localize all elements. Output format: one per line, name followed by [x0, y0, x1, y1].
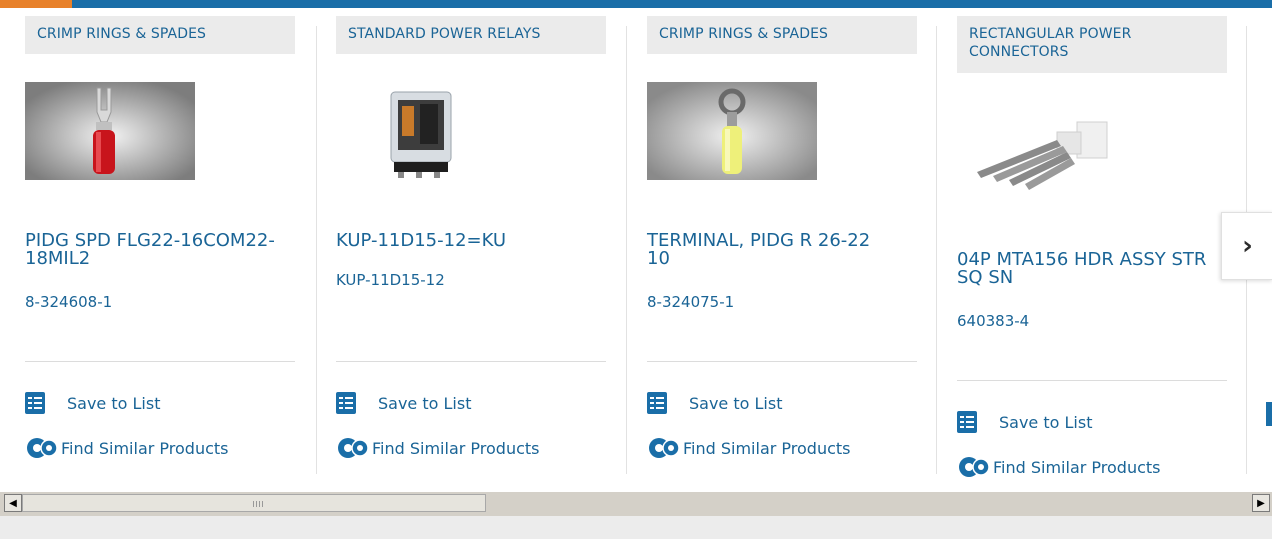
- category-label[interactable]: CRIMP RINGS & SPADES: [647, 16, 917, 54]
- part-number-link[interactable]: 640383-4: [957, 312, 1029, 330]
- card-divider: [647, 361, 917, 362]
- product-card: CRIMP RINGS & SPADES PIDG SPD FLG22-16CO…: [25, 16, 295, 476]
- save-to-list-label: Save to List: [378, 393, 472, 413]
- part-number-link[interactable]: 8-324608-1: [25, 293, 112, 311]
- card-divider: [336, 361, 606, 362]
- chevron-right-icon: ›: [1242, 231, 1253, 261]
- card-divider: [957, 380, 1227, 381]
- footer-strip: [0, 516, 1272, 539]
- scroll-right-button[interactable]: ▶: [1252, 494, 1270, 512]
- part-number-link[interactable]: 8-324075-1: [647, 293, 734, 311]
- product-image[interactable]: [25, 82, 195, 180]
- checklist-icon: [25, 392, 45, 414]
- find-similar-products-button[interactable]: Find Similar Products: [647, 436, 851, 460]
- find-similar-products-button[interactable]: Find Similar Products: [336, 436, 540, 460]
- find-similar-products-button[interactable]: Find Similar Products: [25, 436, 229, 460]
- find-similar-products-button[interactable]: Find Similar Products: [957, 455, 1161, 479]
- gears-icon: [649, 438, 680, 458]
- arrow-left-icon: ◀: [9, 497, 17, 509]
- orange-accent: [0, 0, 72, 8]
- checklist-icon: [957, 411, 977, 433]
- gears-icon: [338, 438, 369, 458]
- save-to-list-button[interactable]: Save to List: [647, 391, 782, 415]
- product-card: CRIMP RINGS & SPADES TERMINAL, PIDG R 26…: [647, 16, 917, 476]
- peek-checklist-icon: [1266, 402, 1272, 426]
- product-card: RECTANGULAR POWER CONNECTORS 04P MTA156 …: [957, 16, 1227, 479]
- part-number-link[interactable]: KUP-11D15-12: [336, 271, 445, 289]
- save-to-list-button[interactable]: Save to List: [957, 410, 1092, 434]
- product-title-link[interactable]: 04P MTA156 HDR ASSY STR SQ SN: [957, 251, 1207, 287]
- gears-icon: [27, 438, 58, 458]
- column-divider: [316, 26, 317, 474]
- find-similar-label: Find Similar Products: [372, 438, 540, 458]
- save-to-list-button[interactable]: Save to List: [25, 391, 160, 415]
- category-label[interactable]: CRIMP RINGS & SPADES: [25, 16, 295, 54]
- card-divider: [25, 361, 295, 362]
- product-carousel-track: CRIMP RINGS & SPADES PIDG SPD FLG22-16CO…: [0, 8, 1272, 486]
- column-divider: [626, 26, 627, 474]
- save-to-list-label: Save to List: [689, 393, 783, 413]
- product-title-link[interactable]: KUP-11D15-12=KU: [336, 232, 586, 250]
- save-to-list-button[interactable]: Save to List: [336, 391, 471, 415]
- checklist-icon: [336, 392, 356, 414]
- find-similar-label: Find Similar Products: [61, 438, 229, 458]
- arrow-right-icon: ▶: [1257, 497, 1265, 509]
- find-similar-label: Find Similar Products: [683, 438, 851, 458]
- scroll-left-button[interactable]: ◀: [4, 494, 22, 512]
- product-image[interactable]: [336, 82, 506, 180]
- product-title-link[interactable]: TERMINAL, PIDG R 26-22 10: [647, 232, 897, 268]
- product-card: STANDARD POWER RELAYS KUP-11D15-12=KU KU…: [336, 16, 606, 476]
- product-image[interactable]: [957, 102, 1127, 200]
- category-label[interactable]: STANDARD POWER RELAYS: [336, 16, 606, 54]
- top-accent-bar: [0, 0, 1272, 8]
- save-to-list-label: Save to List: [67, 393, 161, 413]
- grip-icon: [253, 501, 263, 507]
- save-to-list-label: Save to List: [999, 412, 1093, 432]
- product-title-link[interactable]: PIDG SPD FLG22-16COM22-18MIL2: [25, 232, 275, 268]
- find-similar-label: Find Similar Products: [993, 457, 1161, 477]
- gears-icon: [959, 457, 990, 477]
- column-divider: [936, 26, 937, 474]
- scrollbar-thumb[interactable]: [22, 494, 486, 512]
- category-label[interactable]: RECTANGULAR POWER CONNECTORS: [957, 16, 1227, 73]
- horizontal-scrollbar[interactable]: ◀ ▶: [0, 492, 1272, 516]
- checklist-icon: [647, 392, 667, 414]
- carousel-next-button[interactable]: ›: [1221, 212, 1272, 280]
- product-image[interactable]: [647, 82, 817, 180]
